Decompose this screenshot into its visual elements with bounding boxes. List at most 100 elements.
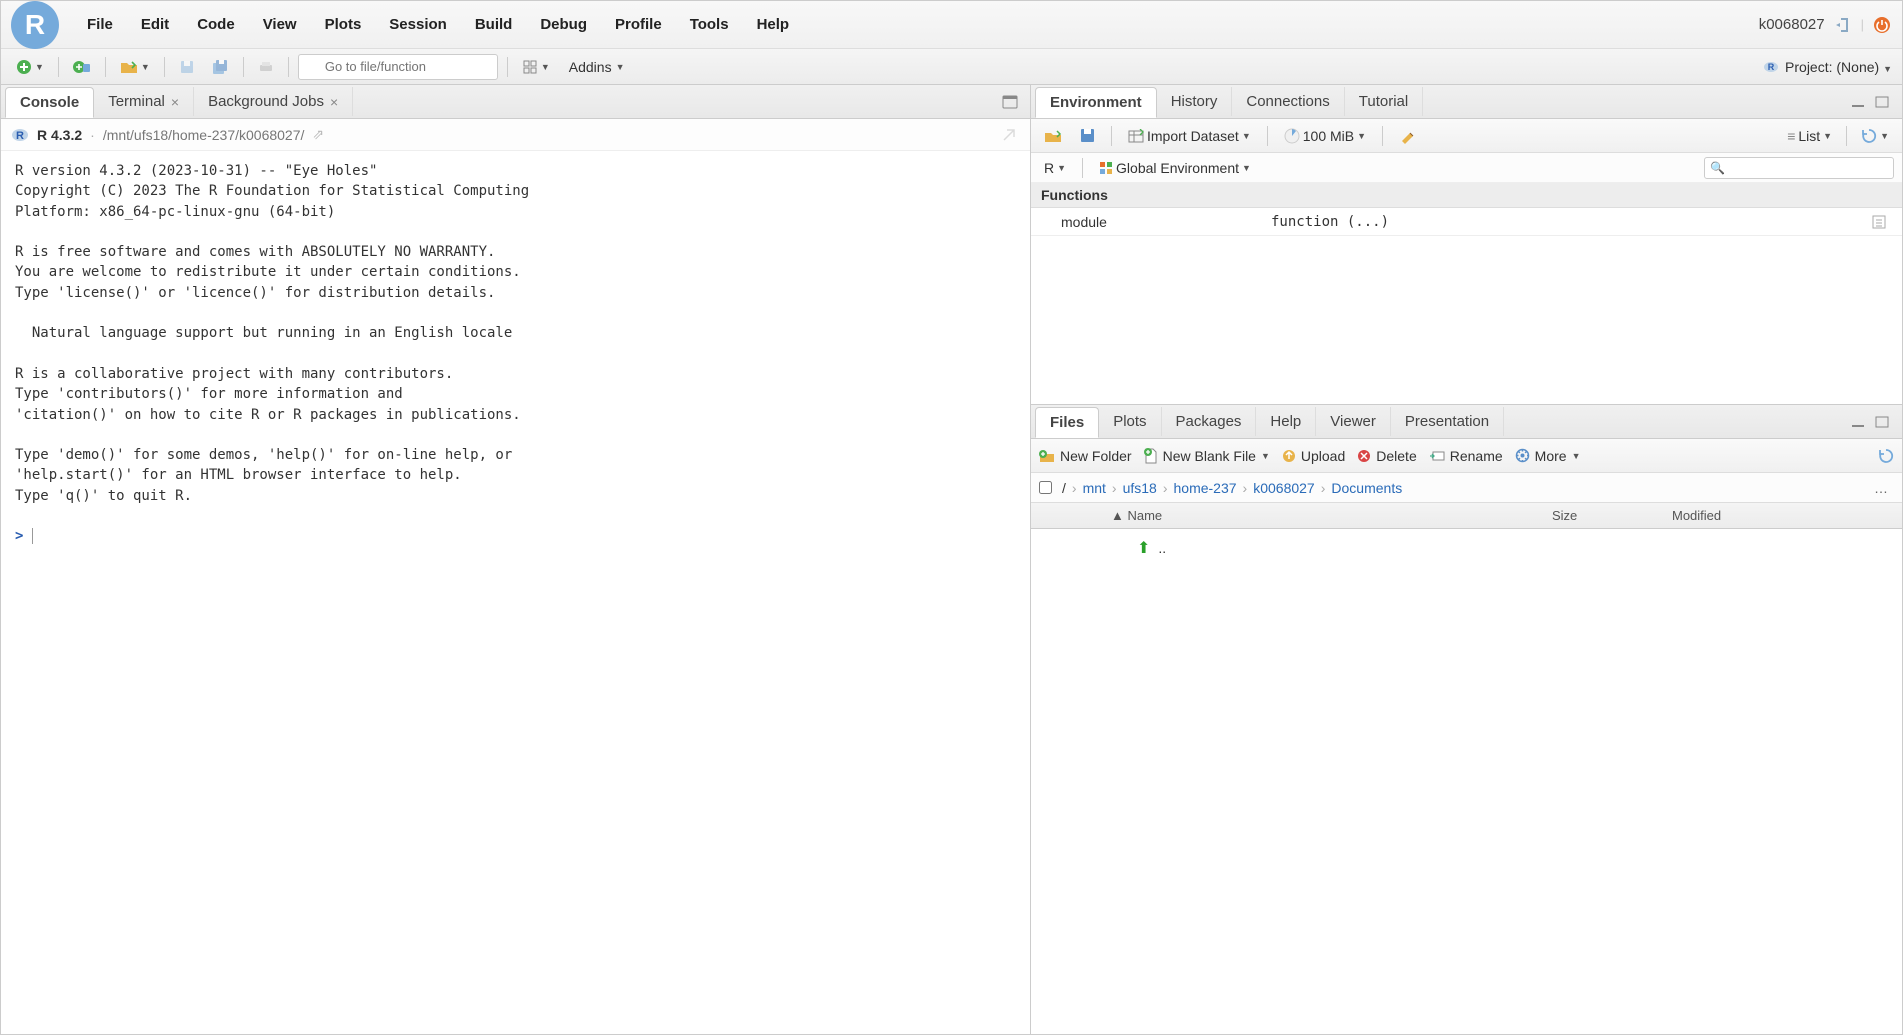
tab-console[interactable]: Console: [5, 87, 94, 118]
r-project-icon: R: [1763, 60, 1779, 74]
new-project-button[interactable]: [68, 56, 96, 78]
env-object-row[interactable]: module function (...): [1031, 208, 1902, 236]
clear-objects-icon[interactable]: [1394, 125, 1420, 147]
rename-button[interactable]: Rename: [1429, 448, 1503, 464]
r-lang-icon: R: [11, 127, 29, 143]
signout-icon[interactable]: [1833, 15, 1853, 35]
chevron-right-icon: ›: [1321, 480, 1326, 496]
save-button[interactable]: [174, 56, 200, 78]
minimize-icon[interactable]: [1848, 412, 1868, 432]
maximize-icon[interactable]: [1872, 92, 1892, 112]
breadcrumb-part[interactable]: home-237: [1174, 480, 1237, 496]
svg-text:R: R: [16, 130, 24, 142]
environment-tabs: Environment History Connections Tutorial: [1031, 85, 1902, 119]
breadcrumb-part[interactable]: ufs18: [1123, 480, 1157, 496]
left-pane: Console Terminal× Background Jobs× R R 4…: [1, 85, 1031, 1034]
menu-view[interactable]: View: [249, 10, 311, 39]
tab-environment[interactable]: Environment: [1035, 87, 1157, 118]
grid-button[interactable]: ▼: [517, 56, 555, 78]
menu-tools[interactable]: Tools: [676, 10, 743, 39]
upload-button[interactable]: Upload: [1282, 448, 1345, 464]
tab-connections[interactable]: Connections: [1232, 87, 1344, 116]
files-row-parent[interactable]: ⬆ ..: [1031, 535, 1902, 561]
menubar: R File Edit Code View Plots Session Buil…: [1, 1, 1902, 49]
tab-terminal[interactable]: Terminal×: [94, 87, 194, 116]
breadcrumb-part[interactable]: mnt: [1083, 480, 1106, 496]
files-toolbar: New Folder New Blank File ▼ Upload Delet…: [1031, 439, 1902, 473]
working-directory-path[interactable]: /mnt/ufs18/home-237/k0068027/: [103, 127, 305, 143]
power-icon[interactable]: [1872, 15, 1892, 35]
more-dropdown[interactable]: More ▼: [1515, 448, 1581, 464]
breadcrumb-part[interactable]: Documents: [1331, 480, 1402, 496]
print-button[interactable]: [253, 57, 279, 77]
new-folder-button[interactable]: New Folder: [1039, 448, 1132, 464]
delete-button[interactable]: Delete: [1357, 448, 1416, 464]
main-toolbar: ▼ ▼ ➦ ▼ Addins ▼: [1, 49, 1902, 85]
tab-files[interactable]: Files: [1035, 407, 1099, 438]
menu-help[interactable]: Help: [743, 10, 804, 39]
env-search-input[interactable]: [1704, 157, 1894, 179]
goto-file-function[interactable]: ➦: [298, 54, 498, 80]
files-tabs: Files Plots Packages Help Viewer Present…: [1031, 405, 1902, 439]
view-object-icon[interactable]: [1872, 215, 1902, 229]
files-pane: Files Plots Packages Help Viewer Present…: [1031, 405, 1902, 1034]
breadcrumb-more-icon[interactable]: …: [1874, 480, 1894, 496]
menu-session[interactable]: Session: [375, 10, 461, 39]
rstudio-app: R File Edit Code View Plots Session Buil…: [0, 0, 1903, 1035]
goto-input[interactable]: [298, 54, 498, 80]
console-info-bar: R R 4.3.2 · /mnt/ufs18/home-237/k0068027…: [1, 119, 1030, 151]
import-dataset-dropdown[interactable]: Import Dataset ▼: [1123, 125, 1256, 147]
tab-plots[interactable]: Plots: [1099, 407, 1161, 436]
share-icon[interactable]: ⇗: [312, 126, 324, 143]
list-view-dropdown[interactable]: ≡ List ▼: [1782, 125, 1837, 147]
tab-packages[interactable]: Packages: [1162, 407, 1257, 436]
open-file-button[interactable]: ▼: [115, 57, 155, 77]
menu-plots[interactable]: Plots: [311, 10, 376, 39]
tab-presentation[interactable]: Presentation: [1391, 407, 1504, 436]
maximize-icon[interactable]: [1872, 412, 1892, 432]
col-size[interactable]: Size: [1552, 508, 1672, 523]
chevron-right-icon: ›: [1243, 480, 1248, 496]
menu-debug[interactable]: Debug: [526, 10, 601, 39]
clear-console-icon[interactable]: [1000, 125, 1020, 145]
refresh-files-icon[interactable]: [1878, 448, 1894, 464]
tab-history[interactable]: History: [1157, 87, 1233, 116]
tab-tutorial[interactable]: Tutorial: [1345, 87, 1423, 116]
breadcrumb-part[interactable]: k0068027: [1253, 480, 1315, 496]
chevron-right-icon: ›: [1072, 480, 1077, 496]
load-workspace-icon[interactable]: [1039, 126, 1067, 146]
memory-usage[interactable]: 100 MiB ▼: [1279, 125, 1371, 147]
minimize-icon[interactable]: [1848, 92, 1868, 112]
menu-edit[interactable]: Edit: [127, 10, 183, 39]
menu-build[interactable]: Build: [461, 10, 527, 39]
language-dropdown[interactable]: R ▼: [1039, 157, 1071, 179]
addins-dropdown[interactable]: Addins ▼: [561, 56, 633, 78]
main-area: Console Terminal× Background Jobs× R R 4…: [1, 85, 1902, 1034]
pane-window-icon[interactable]: [1000, 92, 1020, 112]
refresh-icon[interactable]: ▼: [1856, 125, 1894, 147]
close-icon[interactable]: ×: [171, 94, 179, 110]
new-file-button[interactable]: ▼: [11, 56, 49, 78]
save-all-button[interactable]: [206, 56, 234, 78]
menu-code[interactable]: Code: [183, 10, 249, 39]
tab-help[interactable]: Help: [1256, 407, 1316, 436]
rstudio-logo-icon: R: [11, 1, 59, 49]
menu-file[interactable]: File: [73, 10, 127, 39]
breadcrumb-root[interactable]: /: [1062, 480, 1066, 496]
console-output[interactable]: R version 4.3.2 (2023-10-31) -- "Eye Hol…: [1, 151, 1030, 1034]
files-table-header: ▲ Name Size Modified: [1031, 503, 1902, 529]
col-name[interactable]: ▲ Name: [1061, 508, 1552, 523]
close-icon[interactable]: ×: [330, 94, 338, 110]
tab-viewer[interactable]: Viewer: [1316, 407, 1391, 436]
console-prompt: >: [15, 528, 23, 544]
tab-background-jobs[interactable]: Background Jobs×: [194, 87, 353, 116]
scope-dropdown[interactable]: Global Environment ▼: [1094, 157, 1256, 179]
new-blank-file-button[interactable]: New Blank File ▼: [1144, 448, 1270, 464]
select-all-checkbox[interactable]: [1039, 481, 1052, 494]
col-modified[interactable]: Modified: [1672, 508, 1902, 523]
project-dropdown[interactable]: Project: (None) ▼: [1785, 59, 1892, 75]
env-scope-bar: R ▼ Global Environment ▼ 🔍: [1031, 153, 1902, 183]
save-workspace-icon[interactable]: [1075, 125, 1100, 146]
menu-profile[interactable]: Profile: [601, 10, 676, 39]
environment-pane: Environment History Connections Tutorial: [1031, 85, 1902, 405]
